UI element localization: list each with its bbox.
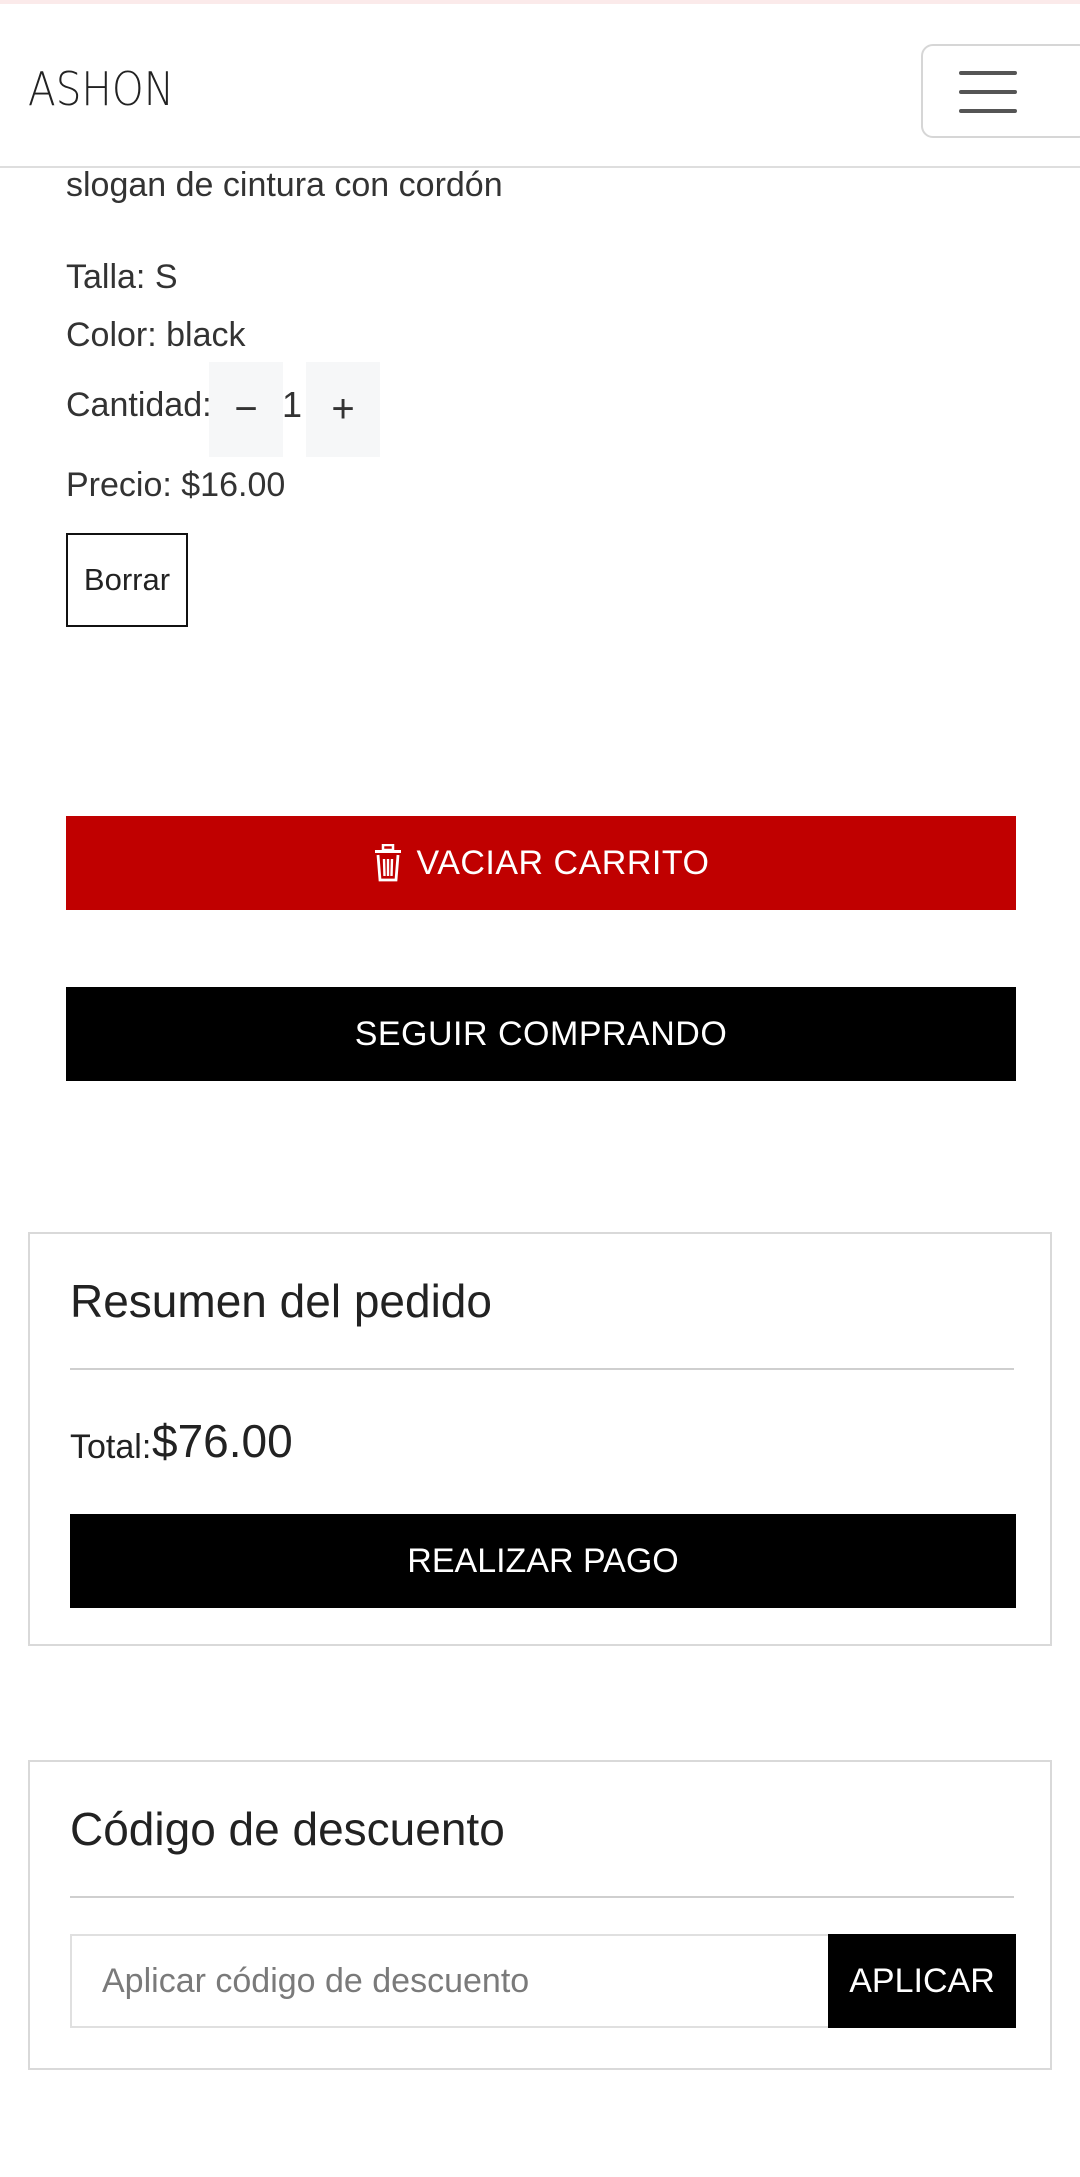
product-size: Talla: S (66, 258, 178, 296)
product-color: Color: black (66, 316, 246, 354)
divider (70, 1896, 1014, 1898)
discount-code-title: Código de descuento (70, 1803, 505, 1855)
delete-item-button[interactable]: Borrar (66, 533, 188, 627)
quantity-value: 1 (282, 384, 303, 425)
checkout-button[interactable]: REALIZAR PAGO (70, 1514, 1016, 1608)
product-price: Precio: $16.00 (66, 466, 286, 504)
order-summary-title: Resumen del pedido (70, 1275, 492, 1327)
total-value: $76.00 (152, 1415, 293, 1467)
trash-icon (374, 844, 401, 882)
discount-code-input[interactable] (70, 1934, 830, 2028)
quantity-increment-button[interactable]: + (306, 362, 380, 457)
total-label: Total: (70, 1428, 152, 1466)
brand-logo[interactable]: ASHON (28, 62, 174, 116)
empty-cart-button[interactable]: VACIAR CARRITO (66, 816, 1016, 910)
quantity-decrement-button[interactable]: − (209, 362, 283, 457)
apply-discount-button[interactable]: APLICAR (828, 1934, 1016, 2028)
divider (70, 1368, 1014, 1370)
top-navbar: ASHON (0, 0, 1080, 168)
product-name: slogan de cintura con cordón (66, 166, 503, 204)
empty-cart-label: VACIAR CARRITO (416, 843, 710, 882)
menu-toggle-button[interactable] (921, 44, 1080, 138)
quantity-label: Cantidad: (66, 386, 212, 424)
discount-code-card: Código de descuento APLICAR (28, 1760, 1052, 2070)
order-summary-card: Resumen del pedido Total: $76.00 REALIZA… (28, 1232, 1052, 1646)
continue-shopping-button[interactable]: SEGUIR COMPRANDO (66, 987, 1016, 1081)
